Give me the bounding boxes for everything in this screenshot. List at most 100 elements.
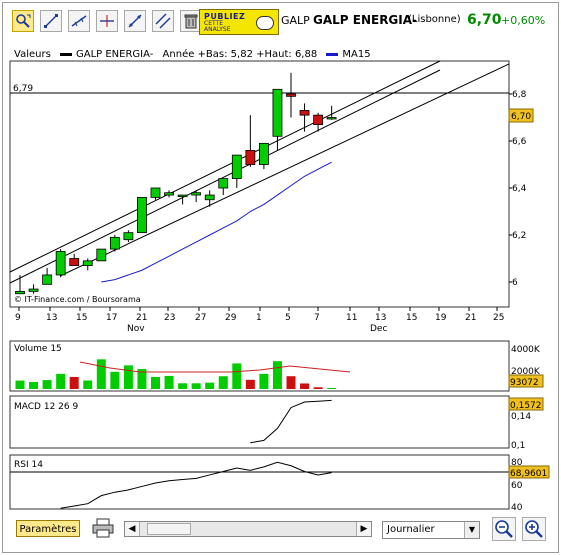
printer-icon	[92, 518, 114, 538]
x-axis-ticks: 9 13 15 17 21 23 27 29 1 5 7 11 13 15 19 21 25	[15, 307, 504, 323]
volume-bar	[178, 383, 188, 389]
candle-body	[313, 114, 324, 125]
volume-bar	[218, 376, 228, 389]
candle-body	[286, 93, 296, 97]
x-tick-label: 5	[285, 313, 291, 323]
volume-bar	[286, 376, 296, 389]
rsi-panel[interactable]	[9, 454, 510, 510]
y-tick-6-4: 6,4	[512, 184, 527, 194]
price-panel[interactable]	[9, 60, 510, 308]
candle-body	[69, 258, 80, 266]
volume-bar	[69, 376, 79, 389]
rsi-tick-60: 60	[511, 481, 523, 491]
candle-body	[15, 290, 25, 295]
candle-body	[42, 274, 52, 285]
data-credit: © IT-Finance.com / Boursorama	[14, 295, 141, 304]
candle-body	[164, 192, 174, 196]
volume-bar	[151, 376, 160, 389]
x-tick-label: 9	[15, 313, 21, 323]
chart-area: 6,79 6,8 6,6 6,4 6,2 6 6,70 © IT-Finance…	[9, 60, 550, 513]
candle-body	[204, 194, 215, 201]
volume-bar	[164, 375, 174, 389]
candle-body	[245, 149, 256, 165]
candle-body	[150, 187, 161, 198]
zoom-in-icon	[525, 520, 543, 538]
last-price-tag-text: 6,70	[511, 112, 531, 122]
candle-body	[28, 288, 39, 292]
candle-body	[258, 142, 269, 165]
rsi-last-value: 68,9601	[510, 469, 547, 479]
candle-body	[137, 196, 147, 234]
candle-body	[299, 110, 310, 116]
parameters-button[interactable]: Paramètres	[16, 520, 80, 537]
candle-body	[96, 248, 107, 262]
month-label-nov: Nov	[127, 324, 145, 334]
candle-body	[123, 232, 134, 241]
scroll-right-arrow-icon[interactable]: ▶	[356, 522, 371, 536]
volume-bar	[313, 387, 323, 389]
volume-tick-4000k: 4000K	[511, 345, 541, 355]
volume-bar	[205, 382, 215, 389]
zoom-out-icon	[495, 520, 513, 538]
x-tick-label: 7	[314, 313, 320, 323]
volume-bar	[191, 383, 201, 389]
volume-bar	[42, 380, 52, 389]
candle-body	[177, 194, 188, 197]
zoom-in-button[interactable]	[522, 517, 546, 541]
x-tick-label: 21	[465, 313, 476, 323]
volume-bar	[29, 382, 39, 389]
chevron-down-icon: ▼	[464, 522, 479, 538]
volume-bar	[300, 383, 310, 389]
macd-panel-label: MACD 12 26 9	[14, 402, 78, 412]
volume-bar	[15, 380, 25, 389]
x-tick-label: 17	[106, 313, 117, 323]
volume-bar	[327, 388, 337, 389]
zoom-out-button[interactable]	[492, 517, 516, 541]
x-tick-label: 29	[225, 313, 237, 323]
scroll-thumb[interactable]	[147, 523, 191, 535]
resistance-line-label: 6,79	[13, 84, 33, 94]
macd-last-value: 0,1572	[510, 401, 542, 411]
x-tick-label: 11	[346, 313, 357, 323]
y-tick-6-2: 6,2	[512, 231, 526, 241]
x-tick-label: 15	[406, 313, 417, 323]
rsi-panel-label: RSI 14	[14, 460, 43, 470]
x-tick-label: 1	[256, 313, 262, 323]
volume-bar	[245, 379, 255, 389]
candle-body	[272, 88, 283, 137]
print-button[interactable]	[92, 518, 114, 538]
candle-body	[55, 251, 66, 276]
x-tick-label: 21	[136, 313, 147, 323]
macd-panel[interactable]	[9, 395, 510, 449]
y-tick-6-6: 6,6	[512, 137, 527, 147]
x-tick-label: 15	[76, 313, 87, 323]
volume-panel-label: Volume 15	[14, 344, 62, 354]
macd-tick-0-14: 0,14	[511, 412, 531, 422]
candle-body	[109, 236, 120, 250]
candle-body	[82, 260, 93, 266]
time-scrollbar[interactable]: ◀ ▶	[124, 521, 372, 537]
y-tick-6: 6	[512, 278, 518, 288]
candle-body	[326, 117, 337, 120]
x-tick-label: 25	[493, 313, 504, 323]
x-tick-label: 27	[195, 313, 206, 323]
volume-last-value: 93072	[510, 378, 539, 388]
month-label-dec: Dec	[370, 324, 387, 334]
period-select[interactable]: Journalier ▼	[382, 521, 480, 539]
volume-bar	[123, 365, 133, 389]
rsi-tick-40: 40	[511, 503, 523, 513]
x-tick-label: 19	[435, 313, 447, 323]
volume-bar	[110, 371, 120, 389]
period-select-value: Journalier	[387, 524, 435, 535]
volume-bar	[96, 359, 106, 389]
volume-bar	[56, 373, 66, 389]
volume-bar	[232, 363, 242, 389]
candle-body	[191, 192, 202, 196]
candle-body	[231, 154, 242, 180]
scroll-left-arrow-icon[interactable]: ◀	[125, 522, 140, 536]
x-tick-label: 13	[46, 313, 57, 323]
x-tick-label: 23	[164, 313, 175, 323]
candle-body	[218, 178, 229, 189]
y-tick-6-8: 6,8	[512, 90, 527, 100]
volume-bar	[259, 373, 269, 389]
